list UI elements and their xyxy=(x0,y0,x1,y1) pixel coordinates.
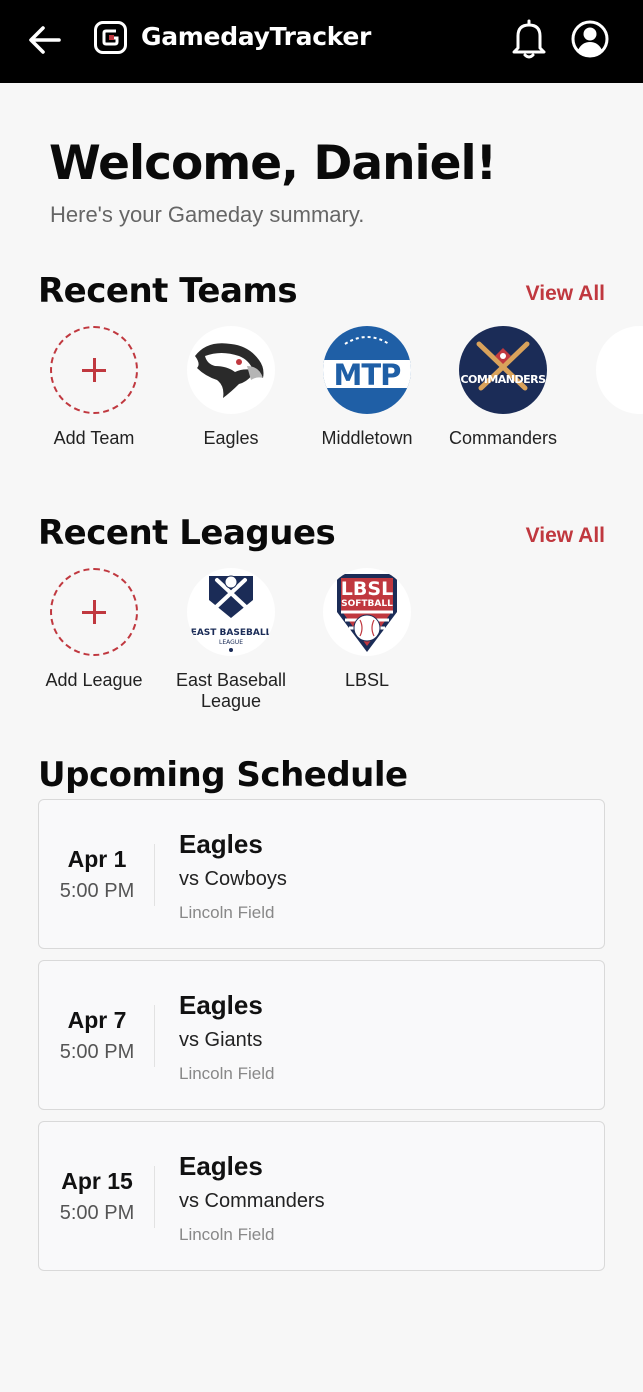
back-button[interactable] xyxy=(26,22,62,58)
game-date: Apr 15 xyxy=(61,1168,133,1194)
game-opponent: vs Giants xyxy=(179,1029,263,1051)
card-divider xyxy=(154,1166,155,1228)
game-location: Lincoln Field xyxy=(179,903,275,922)
game-location: Lincoln Field xyxy=(179,1225,275,1244)
schedule-card[interactable]: Apr 1 5:00 PM Eagles vs Cowboys Lincoln … xyxy=(38,799,605,949)
recent-teams-title: Recent Teams xyxy=(38,271,298,311)
card-divider xyxy=(154,844,155,906)
game-date: Apr 1 xyxy=(67,846,127,872)
team-item-partial[interactable] xyxy=(575,326,643,414)
game-time: 5:00 PM xyxy=(59,1202,135,1224)
team-label: Commanders xyxy=(448,428,558,448)
notifications-button[interactable] xyxy=(510,18,548,60)
game-location: Lincoln Field xyxy=(179,1064,275,1083)
league-item-lbsl[interactable]: LBSL SOFTBALL LBSL xyxy=(302,568,432,691)
bell-icon xyxy=(512,19,546,59)
game-date: Apr 7 xyxy=(67,1007,127,1033)
leagues-view-all-link[interactable]: View All xyxy=(526,524,605,548)
east-baseball-logo-icon: EAST BASEBALL LEAGUE xyxy=(187,568,275,656)
recent-leagues-row: Add League EAST BASEBALL LEAGUE East Bas… xyxy=(0,568,643,728)
app-title: GamedayTracker xyxy=(141,22,372,51)
welcome-heading: Welcome, Daniel! xyxy=(49,136,497,191)
recent-leagues-title: Recent Leagues xyxy=(38,513,336,553)
commanders-logo-icon: COMMANDERS xyxy=(459,326,547,414)
mtp-logo-icon: MTP xyxy=(323,326,411,414)
schedule-card[interactable]: Apr 15 5:00 PM Eagles vs Commanders Linc… xyxy=(38,1121,605,1271)
mtp-logo-text: MTP xyxy=(333,358,402,392)
card-divider xyxy=(154,1005,155,1067)
profile-icon xyxy=(571,20,609,58)
east-baseball-logo-subtext: LEAGUE xyxy=(219,639,243,646)
league-label: East Baseball League xyxy=(175,670,287,711)
back-arrow-icon xyxy=(29,26,61,54)
lbsl-logo-subtext: SOFTBALL xyxy=(341,599,393,609)
team-label: Eagles xyxy=(203,428,259,448)
add-team-label: Add Team xyxy=(53,428,135,448)
add-team-button[interactable]: Add Team xyxy=(29,326,159,449)
profile-button[interactable] xyxy=(570,19,610,59)
game-opponent: vs Commanders xyxy=(179,1190,325,1212)
game-team: Eagles xyxy=(179,829,263,859)
team-item-eagles[interactable]: Eagles xyxy=(166,326,296,449)
app-logo-icon xyxy=(94,21,127,54)
upcoming-schedule-title: Upcoming Schedule xyxy=(38,755,408,795)
add-league-label: Add League xyxy=(45,670,143,690)
lbsl-logo-text: LBSL xyxy=(340,578,394,600)
league-item-east-baseball[interactable]: EAST BASEBALL LEAGUE East Baseball Leagu… xyxy=(166,568,296,712)
top-app-bar: GamedayTracker xyxy=(0,0,643,83)
game-team: Eagles xyxy=(179,1151,263,1181)
league-label: LBSL xyxy=(344,670,390,690)
partial-team-logo-icon xyxy=(596,326,643,414)
schedule-card[interactable]: Apr 7 5:00 PM Eagles vs Giants Lincoln F… xyxy=(38,960,605,1110)
team-item-commanders[interactable]: COMMANDERS Commanders xyxy=(438,326,568,449)
game-time: 5:00 PM xyxy=(59,1041,135,1063)
game-opponent: vs Cowboys xyxy=(179,868,287,890)
commanders-logo-text: COMMANDERS xyxy=(460,373,546,386)
team-item-middletown[interactable]: MTP Middletown xyxy=(302,326,432,449)
lbsl-logo-icon: LBSL SOFTBALL xyxy=(323,568,411,656)
recent-teams-row: Add Team Eagles MTP Middletown COMMANDER… xyxy=(0,326,643,466)
eagle-logo-icon xyxy=(187,326,275,414)
add-circle-icon xyxy=(50,326,138,414)
teams-view-all-link[interactable]: View All xyxy=(526,282,605,306)
game-time: 5:00 PM xyxy=(59,880,135,902)
east-baseball-logo-text: EAST BASEBALL xyxy=(190,628,272,638)
team-label: Middletown xyxy=(321,428,413,448)
game-team: Eagles xyxy=(179,990,263,1020)
add-league-button[interactable]: Add League xyxy=(29,568,159,691)
add-circle-icon xyxy=(50,568,138,656)
welcome-subtitle: Here's your Gameday summary. xyxy=(50,202,365,227)
